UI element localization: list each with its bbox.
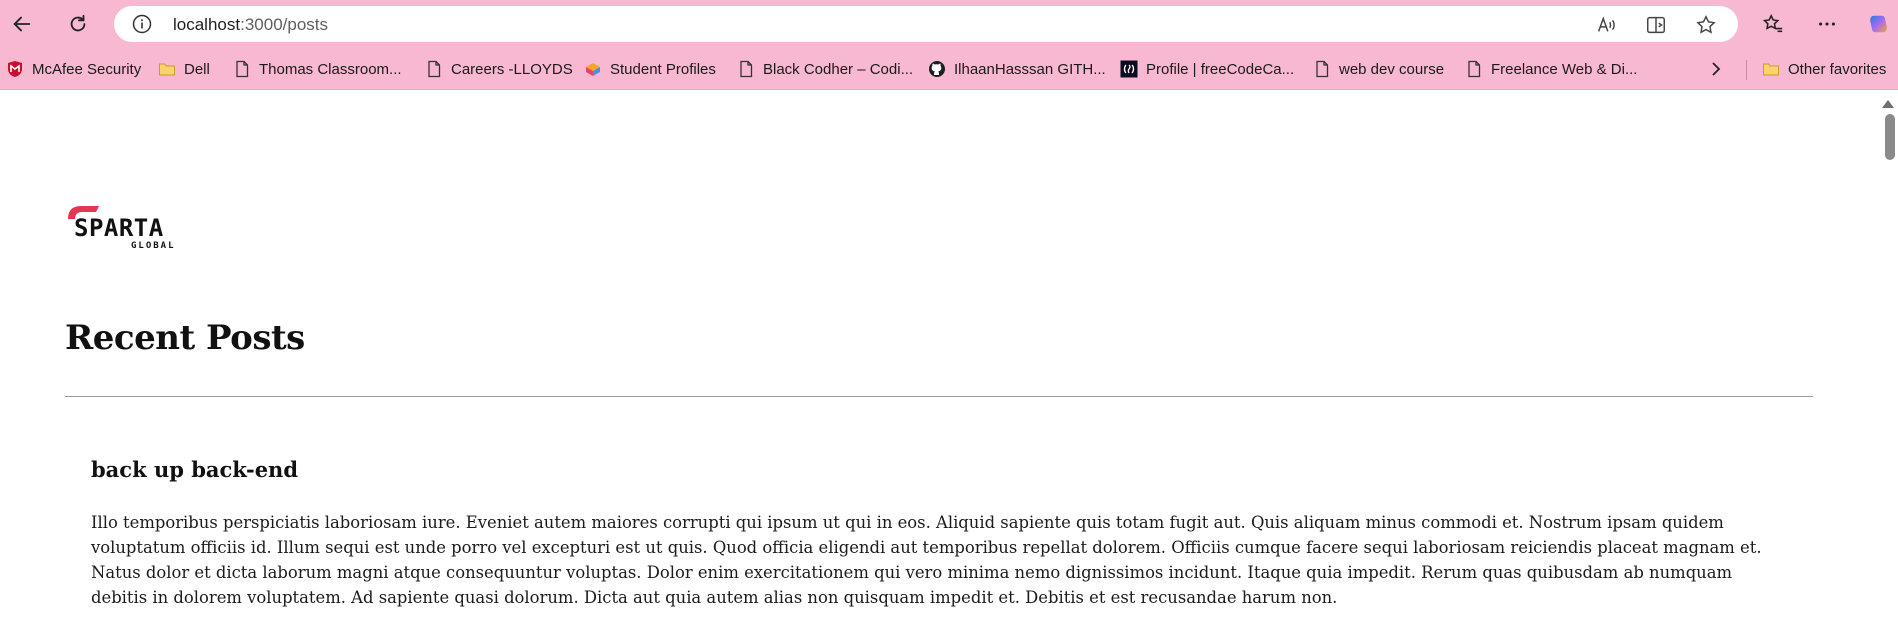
- page-icon: [737, 60, 755, 78]
- bookmark-black-codher[interactable]: Black Codher – Codi...: [737, 58, 913, 80]
- bookmark-label: Dell: [184, 60, 210, 78]
- bookmark-freecodecamp[interactable]: Profile | freeCodeCa...: [1120, 58, 1294, 80]
- back-arrow-icon[interactable]: [6, 8, 38, 40]
- bookmark-freelance-web[interactable]: Freelance Web & Di...: [1465, 58, 1637, 80]
- github-icon: [928, 60, 946, 78]
- address-url[interactable]: localhost:3000/posts: [173, 15, 328, 35]
- copilot-icon[interactable]: [1863, 8, 1895, 40]
- logo-sub: GLOBAL: [131, 241, 176, 251]
- page-icon: [1313, 60, 1331, 78]
- bookmark-label: Careers -LLOYDS: [451, 60, 573, 78]
- bookmark-label: Freelance Web & Di...: [1491, 60, 1638, 78]
- bookmark-label: IlhaanHasssan GITH...: [954, 60, 1106, 78]
- bookmark-label: Thomas Classroom...: [259, 60, 402, 78]
- chevron-right-icon: [1707, 60, 1725, 78]
- address-bar[interactable]: localhost:3000/posts: [114, 6, 1738, 42]
- bookmark-mcafee[interactable]: McAfee Security: [6, 58, 141, 80]
- read-aloud-icon[interactable]: [1594, 13, 1618, 37]
- page-icon: [1465, 60, 1483, 78]
- sparta-global-logo: SPARTA GLOBAL: [68, 206, 176, 251]
- browser-toolbar: localhost:3000/posts: [0, 0, 1898, 48]
- scrollbar-up-arrow[interactable]: [1882, 100, 1894, 108]
- favorite-star-icon[interactable]: [1694, 13, 1718, 37]
- bookmark-label: McAfee Security: [32, 60, 142, 78]
- page-icon: [233, 60, 251, 78]
- heading-divider: [65, 396, 1813, 397]
- favorites-icon[interactable]: [1757, 8, 1789, 40]
- scrollbar-thumb[interactable]: [1885, 114, 1895, 160]
- page-icon: [425, 60, 443, 78]
- bookmarks-overflow-button[interactable]: [1707, 58, 1733, 80]
- bookmark-other-favorites[interactable]: Other favorites: [1762, 58, 1886, 80]
- site-info-icon[interactable]: [132, 14, 152, 34]
- url-path: :3000/posts: [240, 15, 329, 34]
- bookmark-label: Black Codher – Codi...: [763, 60, 914, 78]
- profiles-icon: [584, 60, 602, 78]
- mcafee-icon: [6, 60, 24, 78]
- folder-icon: [158, 60, 176, 78]
- url-host: localhost: [173, 15, 241, 34]
- bookmark-careers-lloyds[interactable]: Careers -LLOYDS: [425, 58, 573, 80]
- bookmark-github[interactable]: IlhaanHasssan GITH...: [928, 58, 1106, 80]
- web-page: SPARTA GLOBAL Recent Posts back up back-…: [0, 90, 1898, 638]
- bookmark-label: Other favorites: [1788, 60, 1887, 78]
- refresh-icon[interactable]: [62, 8, 94, 40]
- bookmark-label: Profile | freeCodeCa...: [1146, 60, 1295, 78]
- post-body: Illo temporibus perspiciatis laboriosam …: [91, 513, 1762, 607]
- freecodecamp-icon: [1120, 60, 1138, 78]
- logo-word: SPARTA: [74, 214, 164, 242]
- immersive-reader-icon[interactable]: [1644, 13, 1668, 37]
- bookmark-web-dev-course[interactable]: web dev course: [1313, 58, 1444, 80]
- bookmark-label: Student Profiles: [610, 60, 716, 78]
- post-title[interactable]: back up back-end: [91, 457, 298, 482]
- bookmark-student-profiles[interactable]: Student Profiles: [584, 58, 716, 80]
- bookmark-label: web dev course: [1339, 60, 1445, 78]
- bookmark-thomas-classroom[interactable]: Thomas Classroom...: [233, 58, 402, 80]
- page-heading: Recent Posts: [65, 318, 305, 358]
- bookmarks-divider: [1746, 60, 1747, 80]
- folder-icon: [1762, 60, 1780, 78]
- bookmark-dell[interactable]: Dell: [158, 58, 210, 80]
- more-options-icon[interactable]: [1811, 8, 1843, 40]
- bookmarks-bar: McAfee Security Dell Thomas Classroom...…: [0, 48, 1898, 90]
